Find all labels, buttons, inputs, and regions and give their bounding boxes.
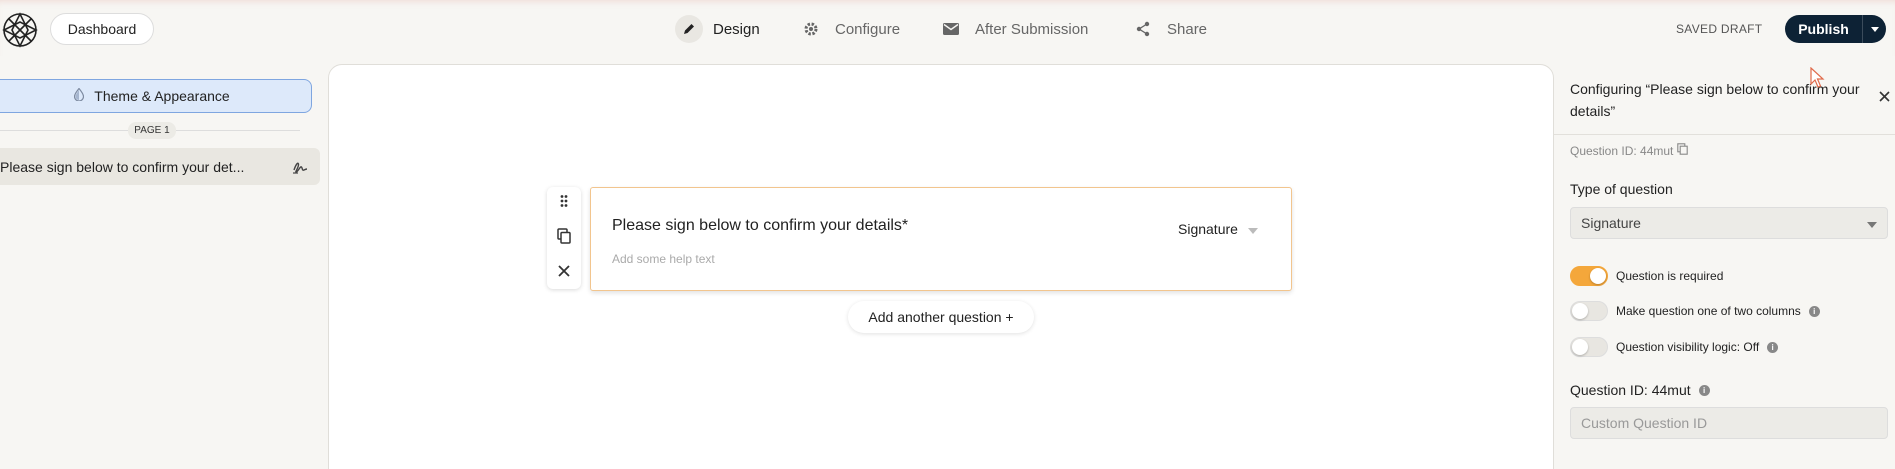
question-card[interactable]: Please sign below to confirm your detail… <box>590 187 1292 291</box>
save-status: SAVED DRAFT <box>1676 22 1763 36</box>
tab-label: After Submission <box>975 20 1089 38</box>
required-toggle[interactable] <box>1570 266 1608 286</box>
duplicate-icon[interactable] <box>557 228 571 249</box>
question-toolbar <box>547 187 581 289</box>
tab-label: Share <box>1167 20 1208 38</box>
help-text-field[interactable]: Add some help text <box>612 252 715 266</box>
custom-question-id-input[interactable] <box>1570 407 1888 439</box>
panel-divider <box>1554 134 1895 135</box>
question-title[interactable]: Please sign below to confirm your detail… <box>612 217 908 235</box>
publish-label: Publish <box>1798 21 1849 37</box>
info-icon[interactable]: i <box>1808 305 1820 317</box>
visibility-logic-toggle-row: Question visibility logic: Off i <box>1570 337 1779 357</box>
tab-label: Design <box>713 20 760 38</box>
question-type-dropdown[interactable]: Signature <box>1570 207 1888 239</box>
visibility-logic-toggle-label: Question visibility logic: Off <box>1616 340 1760 354</box>
envelope-icon <box>937 15 965 43</box>
share-icon <box>1129 15 1157 43</box>
gear-icon <box>797 15 825 43</box>
sidebar-question-label: Please sign below to confirm your det... <box>0 158 245 175</box>
two-columns-toggle-row: Make question one of two columns i <box>1570 301 1820 321</box>
question-type-dropdown-value: Signature <box>1581 215 1641 231</box>
question-type-select[interactable]: Signature <box>1178 221 1258 237</box>
visibility-logic-toggle[interactable] <box>1570 337 1608 357</box>
question-id-label: Question ID: 44mut <box>1570 382 1691 398</box>
add-question-button[interactable]: Add another question + <box>848 301 1034 333</box>
publish-dropdown-caret-icon[interactable] <box>1862 15 1886 43</box>
copy-icon[interactable] <box>1677 143 1689 158</box>
page-badge: PAGE 1 <box>128 122 176 139</box>
two-columns-toggle[interactable] <box>1570 301 1608 321</box>
mouse-cursor-icon <box>1810 66 1826 94</box>
signature-icon <box>280 160 320 174</box>
info-icon[interactable]: i <box>1698 384 1710 396</box>
question-id-small: Question ID: 44mut <box>1570 143 1689 158</box>
config-panel: Configuring “Please sign below to confir… <box>1554 64 1895 469</box>
question-type-value: Signature <box>1178 221 1238 237</box>
theme-label: Theme & Appearance <box>94 88 230 104</box>
tab-design[interactable]: Design <box>675 14 760 44</box>
tab-label: Configure <box>835 20 901 38</box>
chevron-down-icon <box>1867 215 1877 231</box>
chevron-down-icon <box>1247 221 1258 237</box>
theme-appearance-button[interactable]: Theme & Appearance <box>0 79 312 113</box>
required-toggle-label: Question is required <box>1616 269 1724 283</box>
dashboard-button[interactable]: Dashboard <box>50 13 154 45</box>
delete-icon[interactable] <box>558 264 570 282</box>
tab-after-submission[interactable]: After Submission <box>937 14 1088 44</box>
drag-handle-icon[interactable] <box>559 194 569 213</box>
droplet-icon <box>74 87 85 104</box>
publish-button[interactable]: Publish <box>1785 15 1886 43</box>
question-id-heading: Question ID: 44mut i <box>1570 382 1710 398</box>
pencil-icon <box>675 15 703 43</box>
question-id-text: Question ID: 44mut <box>1570 143 1674 158</box>
two-columns-toggle-label: Make question one of two columns <box>1616 304 1801 318</box>
top-bar: Dashboard Design Configure After Submiss… <box>0 0 1895 56</box>
type-of-question-label: Type of question <box>1570 181 1673 197</box>
close-icon[interactable] <box>1879 89 1890 107</box>
info-icon[interactable]: i <box>1767 341 1779 353</box>
logo-icon[interactable] <box>2 12 38 48</box>
sidebar-question-item[interactable]: Please sign below to confirm your det... <box>0 148 320 185</box>
tab-share[interactable]: Share <box>1129 14 1207 44</box>
tab-configure[interactable]: Configure <box>797 14 900 44</box>
required-toggle-row: Question is required <box>1570 266 1723 286</box>
